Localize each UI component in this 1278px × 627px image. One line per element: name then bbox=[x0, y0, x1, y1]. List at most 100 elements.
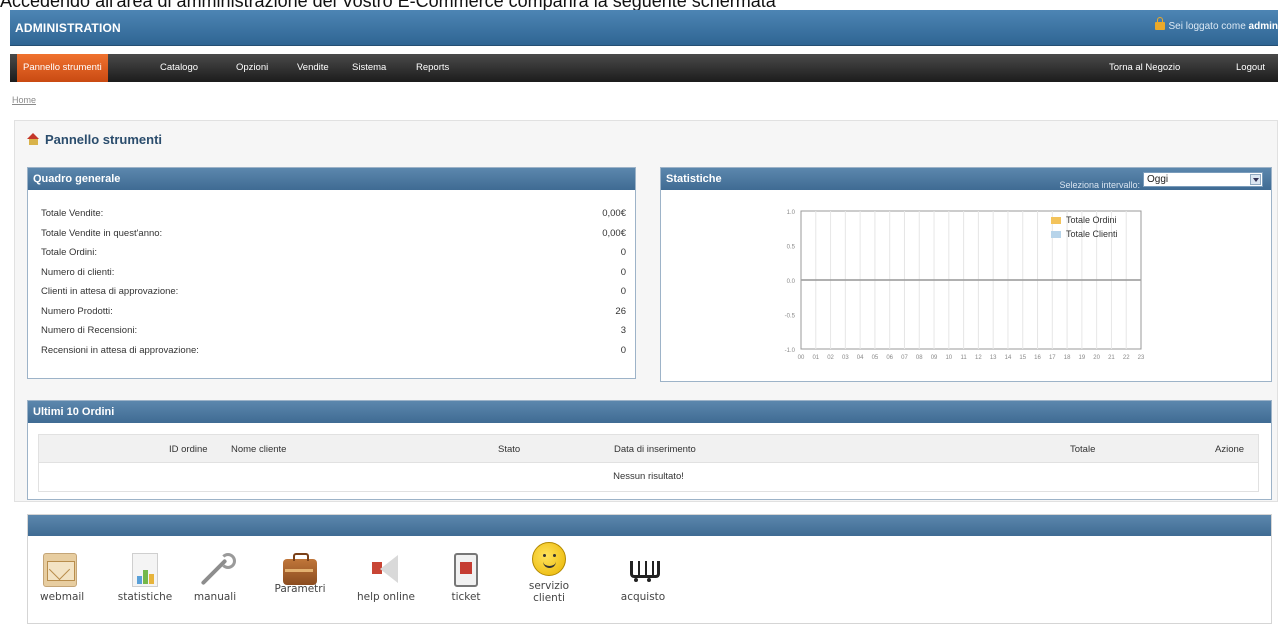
menu-item-torna-negozio[interactable]: Torna al Negozio bbox=[1103, 54, 1186, 82]
orders-table: ID ordine Nome cliente Stato Data di ins… bbox=[38, 434, 1259, 492]
menu-item-catalogo[interactable]: Catalogo bbox=[154, 54, 204, 82]
tools-header bbox=[28, 515, 1271, 536]
chart-x-tick-label: 22 bbox=[1123, 355, 1130, 361]
ticket-icon bbox=[454, 553, 478, 587]
chart-x-tick-label: 11 bbox=[960, 355, 967, 361]
statistics-icon bbox=[132, 553, 158, 587]
chart-legend-swatch bbox=[1051, 231, 1061, 238]
tool-servizio-clienti[interactable]: servizio clienti bbox=[520, 542, 578, 604]
lock-icon bbox=[1155, 17, 1166, 30]
admin-header: ADMINISTRATION Sei loggato come admin bbox=[10, 10, 1278, 46]
overview-row: Recensioni in attesa di approvazione: 0 bbox=[41, 345, 626, 356]
login-text: Sei loggato come bbox=[1168, 21, 1246, 32]
tool-ticket[interactable]: ticket bbox=[446, 553, 486, 603]
interval-selected-value: Oggi bbox=[1147, 174, 1169, 185]
tool-label: servizio clienti bbox=[528, 580, 570, 604]
chart-x-tick-label: 21 bbox=[1108, 355, 1115, 361]
overview-box: Quadro generale Totale Vendite: 0,00€ Tota… bbox=[27, 167, 636, 379]
chart-x-tick-label: 18 bbox=[1064, 355, 1071, 361]
chart-x-tick-label: 06 bbox=[886, 355, 893, 361]
overview-row-label: Recensioni in attesa di approvazione: bbox=[41, 344, 199, 356]
chart-x-tick-label: 05 bbox=[872, 355, 879, 361]
tool-label: help online bbox=[356, 591, 416, 603]
chart-x-tick-label: 13 bbox=[990, 355, 997, 361]
overview-row-value: 3 bbox=[620, 325, 626, 336]
overview-row-label: Clienti in attesa di approvazione: bbox=[41, 286, 179, 297]
overview-row-value: 0 bbox=[620, 286, 626, 297]
overview-row: Numero di clienti: 0 bbox=[41, 267, 626, 278]
tool-help-online[interactable]: help online bbox=[350, 553, 422, 603]
chart-x-tick-label: 02 bbox=[827, 355, 834, 361]
overview-row-value: 0,00€ bbox=[602, 208, 626, 219]
chevron-down-icon[interactable] bbox=[1250, 174, 1261, 185]
chart-y-tick-label: 0.5 bbox=[787, 245, 796, 251]
tool-label: acquisto bbox=[620, 591, 666, 603]
tool-label: statistiche bbox=[117, 591, 173, 603]
overview-row-label: Numero Prodotti: bbox=[41, 305, 113, 317]
chart-x-tick-label: 12 bbox=[975, 355, 982, 361]
page-title: Pannello strumenti bbox=[27, 132, 162, 147]
menu-item-vendite[interactable]: Vendite bbox=[291, 54, 335, 82]
chart-x-tick-label: 01 bbox=[812, 355, 819, 361]
overview-title: Quadro generale bbox=[28, 168, 635, 190]
headset-icon bbox=[532, 542, 566, 576]
tool-label: manuali bbox=[193, 591, 237, 603]
col-header-customer[interactable]: Nome cliente bbox=[231, 444, 286, 455]
col-header-id[interactable]: ID ordine bbox=[169, 444, 208, 455]
chart-x-tick-label: 00 bbox=[798, 355, 805, 361]
menu-item-reports[interactable]: Reports bbox=[410, 54, 455, 82]
interval-select[interactable]: Oggi bbox=[1143, 172, 1263, 187]
overview-row-value: 0 bbox=[620, 266, 626, 278]
briefcase-icon bbox=[283, 553, 317, 585]
brand-title: ADMINISTRATION bbox=[15, 21, 121, 35]
tool-acquisto[interactable]: acquisto bbox=[612, 553, 674, 603]
tool-statistiche[interactable]: statistiche bbox=[112, 553, 178, 603]
orders-empty-message: Nessun risultato! bbox=[613, 471, 684, 482]
col-header-status[interactable]: Stato bbox=[498, 444, 520, 455]
overview-row: Totale Ordini: 0 bbox=[41, 247, 626, 258]
menu-item-pannello-strumenti[interactable]: Pannello strumenti bbox=[17, 54, 108, 82]
overview-row-label: Totale Vendite: bbox=[41, 208, 104, 219]
statistics-chart: 1.0 0.5 0.0 -0.5 -1.000 01 02 03 04 05 06 07 08 09 10 1… bbox=[785, 210, 1145, 361]
login-user[interactable]: admin bbox=[1249, 21, 1278, 32]
chart-y-tick-label: -0.5 bbox=[785, 314, 796, 320]
chart-x-tick-label: 09 bbox=[931, 355, 938, 361]
overview-row-label: Totale Ordini: bbox=[41, 247, 97, 258]
overview-row: Numero di Recensioni: 3 bbox=[41, 325, 626, 336]
statistics-title: Statistiche bbox=[666, 173, 722, 185]
home-icon bbox=[27, 133, 40, 145]
chart-y-tick-label: 0.0 bbox=[787, 279, 796, 285]
tool-label: webmail bbox=[40, 591, 85, 603]
page-title-text: Pannello strumenti bbox=[45, 132, 163, 147]
menu-item-opzioni[interactable]: Opzioni bbox=[230, 54, 274, 82]
col-header-date[interactable]: Data di inserimento bbox=[614, 444, 696, 455]
megaphone-icon bbox=[369, 553, 403, 587]
chart-y-tick-label: 1.0 bbox=[787, 210, 796, 216]
chart-y-tick-label: -1.0 bbox=[785, 348, 796, 354]
overview-row: Numero Prodotti: 26 bbox=[41, 306, 626, 317]
tool-manuali[interactable]: manuali bbox=[193, 553, 237, 603]
chart-x-tick-label: 10 bbox=[945, 355, 952, 361]
col-header-total[interactable]: Totale bbox=[1070, 444, 1095, 455]
overview-row-value: 26 bbox=[615, 305, 626, 317]
overview-row-value: 0 bbox=[620, 247, 626, 258]
menu-item-sistema[interactable]: Sistema bbox=[346, 54, 392, 82]
overview-row-value: 0,00€ bbox=[602, 227, 626, 239]
login-status: Sei loggato come admin bbox=[1155, 17, 1278, 32]
chart-x-tick-label: 15 bbox=[1019, 355, 1026, 361]
statistics-header: Statistiche Seleziona intervallo: Oggi bbox=[661, 168, 1271, 190]
chart-x-tick-label: 14 bbox=[1005, 355, 1012, 361]
tool-webmail[interactable]: webmail bbox=[40, 553, 85, 603]
mail-icon bbox=[43, 553, 77, 587]
tool-parametri[interactable]: Parametri bbox=[270, 553, 330, 595]
orders-table-header: ID ordine Nome cliente Stato Data di ins… bbox=[39, 435, 1258, 463]
cart-icon bbox=[626, 553, 660, 587]
overview-row-label: Numero di Recensioni: bbox=[41, 325, 138, 336]
breadcrumb-home[interactable]: Home bbox=[12, 95, 36, 105]
chart-x-tick-label: 07 bbox=[901, 355, 908, 361]
chart-legend-label: Totale Ordini bbox=[1066, 215, 1117, 225]
menu-item-logout[interactable]: Logout bbox=[1230, 54, 1271, 82]
chart-x-tick-label: 04 bbox=[857, 355, 864, 361]
col-header-action[interactable]: Azione bbox=[1215, 444, 1244, 455]
overview-row-value: 0 bbox=[620, 344, 626, 356]
